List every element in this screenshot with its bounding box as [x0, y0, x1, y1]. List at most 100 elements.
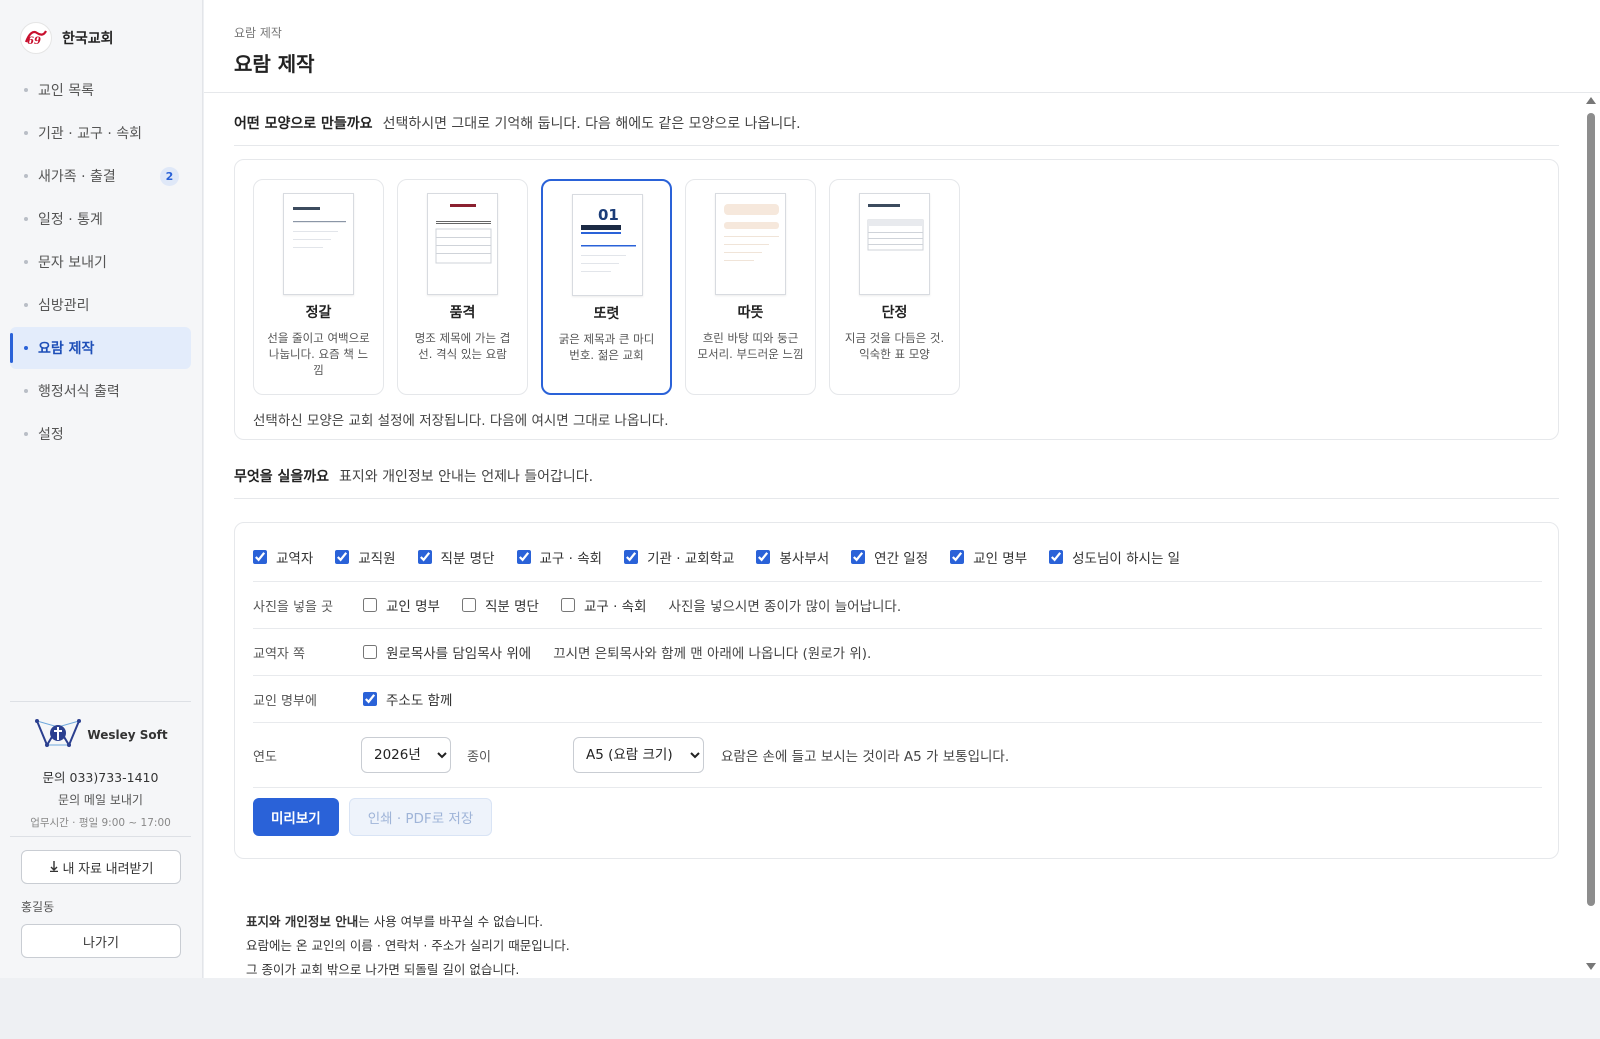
sidebar-item-visitation[interactable]: 심방관리 — [10, 284, 191, 326]
directory-row: 교인 명부에 주소도 함께 — [253, 676, 1542, 723]
scrollbar[interactable] — [1582, 93, 1600, 978]
thumbnail-dignified — [427, 193, 498, 295]
breadcrumb: 요람 제작 — [234, 26, 282, 40]
include-annual-schedule[interactable]: 연간 일정 — [851, 547, 928, 567]
checkbox-label: 교직원 — [358, 551, 396, 567]
print-pdf-button[interactable]: 인쇄 · PDF로 저장 — [348, 798, 493, 836]
bullet-icon — [24, 432, 28, 436]
bullet-icon — [24, 260, 28, 264]
include-address[interactable]: 주소도 함께 — [363, 689, 452, 709]
sidebar-item-newcomers[interactable]: 새가족 · 출결 2 — [10, 155, 191, 197]
svg-text:69: 69 — [27, 36, 41, 47]
include-items-row: 교역자 교직원 직분 명단 교구 · 속회 기관 · 교회학교 봉사부서 연간 … — [253, 533, 1542, 582]
checkbox[interactable] — [756, 550, 771, 564]
style-section-header: 어떤 모양으로 만들까요 선택하시면 그대로 기억해 둡니다. 다음 해에도 같은… — [234, 113, 1559, 146]
sidebar-item-members[interactable]: 교인 목록 — [10, 69, 191, 111]
row-label: 교역자 쪽 — [253, 646, 305, 662]
checkbox[interactable] — [560, 598, 575, 612]
style-card-bold[interactable]: 01 또렷 굵은 제목과 큰 마디 번호. 젊은 교회 — [541, 179, 672, 395]
divider — [10, 836, 191, 837]
checkbox[interactable] — [624, 550, 639, 564]
style-panel: 정갈 선을 줄이고 여백으로 나눕니다. 요즘 책 느낌 품격 명조 제목에 가… — [234, 159, 1559, 440]
sidebar-item-directory[interactable]: 요람 제작 — [10, 327, 191, 369]
sidebar-item-label: 문자 보내기 — [38, 255, 107, 271]
style-card-warm[interactable]: 따뜻 흐린 바탕 띠와 둥근 모서리. 부드러운 느낌 — [685, 179, 816, 395]
year-paper-row: 연도 2026년 종이 A5 (요람 크기) 요람은 손에 들고 보시는 것이라… — [253, 723, 1542, 788]
year-select[interactable]: 2026년 — [361, 737, 451, 773]
checkbox[interactable] — [417, 550, 432, 564]
sidebar-item-label: 기관 · 교구 · 속회 — [38, 126, 142, 142]
style-card-dignified[interactable]: 품격 명조 제목에 가는 겹선. 격식 있는 요람 — [397, 179, 528, 395]
checkbox-label: 교역자 — [276, 551, 314, 567]
business-hours: 업무시간 · 평일 9:00 ~ 17:00 — [30, 817, 171, 829]
checkbox-label: 원로목사를 담임목사 위에 — [386, 646, 532, 662]
checkbox-label: 직분 명단 — [484, 599, 539, 615]
download-data-button[interactable]: 내 자료 내려받기 — [21, 850, 181, 884]
card-title: 또렷 — [593, 306, 620, 322]
sidebar-item-forms[interactable]: 행정서식 출력 — [10, 370, 191, 412]
sidebar-item-label: 새가족 · 출결 — [38, 169, 116, 185]
download-label: 내 자료 내려받기 — [62, 860, 154, 876]
sidebar-item-settings[interactable]: 설정 — [10, 413, 191, 455]
scroll-up-arrow-icon[interactable] — [1586, 97, 1596, 104]
sidebar-item-label: 일정 · 통계 — [38, 212, 103, 228]
checkbox[interactable] — [335, 550, 350, 564]
style-card-clean[interactable]: 정갈 선을 줄이고 여백으로 나눕니다. 요즘 책 느낌 — [253, 179, 384, 395]
company-name: Wesley Soft — [87, 728, 168, 742]
svg-text:01: 01 — [598, 206, 619, 224]
photo-row: 사진을 넣을 곳 교인 명부 직분 명단 교구 · 속회 사진을 넣으시면 종이… — [253, 582, 1542, 629]
scroll-down-arrow-icon[interactable] — [1586, 963, 1596, 970]
preview-button[interactable]: 미리보기 — [253, 798, 339, 836]
bullet-icon — [24, 217, 28, 221]
style-cards: 정갈 선을 줄이고 여백으로 나눕니다. 요즘 책 느낌 품격 명조 제목에 가… — [253, 179, 960, 395]
checkbox[interactable] — [1049, 550, 1064, 564]
thumbnail-neat — [859, 193, 930, 295]
include-staff[interactable]: 교직원 — [335, 547, 396, 567]
brand[interactable]: 69 한국교회 — [20, 22, 114, 54]
include-districts[interactable]: 교구 · 속회 — [516, 547, 602, 567]
row-label: 종이 — [467, 749, 491, 765]
notice-text: 요람에는 온 교인의 이름 · 연락처 · 주소가 실리기 때문입니다. — [246, 938, 570, 953]
checkbox[interactable] — [950, 550, 965, 564]
checkbox[interactable] — [363, 598, 377, 612]
photo-districts[interactable]: 교구 · 속회 — [560, 595, 647, 615]
checkbox[interactable] — [851, 550, 866, 564]
emeritus-above-senior-pastor[interactable]: 원로목사를 담임목사 위에 — [363, 642, 531, 662]
include-member-directory[interactable]: 교인 명부 — [950, 547, 1027, 567]
paper-select[interactable]: A5 (요람 크기) — [573, 737, 704, 773]
checkbox[interactable] — [253, 550, 267, 564]
photo-member-directory[interactable]: 교인 명부 — [363, 595, 440, 615]
checkbox-label: 교인 명부 — [973, 551, 1028, 567]
card-desc: 명조 제목에 가는 겹선. 격식 있는 요람 — [414, 331, 511, 361]
include-clergy[interactable]: 교역자 — [253, 547, 313, 567]
checkbox[interactable] — [363, 692, 377, 706]
card-desc: 선을 줄이고 여백으로 나눕니다. 요즘 책 느낌 — [267, 331, 370, 377]
company-info: Wesley Soft 문의 033)733-1410 문의 메일 보내기 업무… — [10, 715, 191, 830]
photo-officers[interactable]: 직분 명단 — [461, 595, 539, 615]
include-service-depts[interactable]: 봉사부서 — [756, 547, 829, 567]
photo-hint: 사진을 넣으시면 종이가 많이 늘어납니다. — [668, 599, 902, 615]
sidebar-item-label: 행정서식 출력 — [38, 384, 120, 400]
checkbox[interactable] — [363, 645, 377, 659]
mail-link[interactable]: 문의 메일 보내기 — [10, 791, 191, 808]
section-subtitle: 선택하시면 그대로 기억해 둡니다. 다음 해에도 같은 모양으로 나옵니다. — [382, 116, 801, 132]
sidebar-item-messages[interactable]: 문자 보내기 — [10, 241, 191, 283]
clergy-row: 교역자 쪽 원로목사를 담임목사 위에 끄시면 은퇴목사와 함께 맨 아래에 나… — [253, 629, 1542, 676]
logout-button[interactable]: 나가기 — [21, 924, 181, 958]
scroll-thumb[interactable] — [1587, 113, 1595, 906]
sidebar-item-organizations[interactable]: 기관 · 교구 · 속회 — [10, 112, 191, 154]
card-desc: 흐린 바탕 띠와 둥근 모서리. 부드러운 느낌 — [697, 331, 804, 361]
notice-bold: 표지와 개인정보 안내 — [246, 914, 359, 929]
thumbnail-clean — [283, 193, 354, 295]
divider — [10, 701, 191, 702]
include-member-occupations[interactable]: 성도님이 하시는 일 — [1049, 547, 1180, 567]
include-organizations[interactable]: 기관 · 교회학교 — [624, 547, 734, 567]
checkbox[interactable] — [516, 550, 531, 564]
bullet-icon — [24, 346, 28, 350]
style-card-neat[interactable]: 단정 지금 것을 다듬은 것. 익숙한 표 모양 — [829, 179, 960, 395]
thumbnail-bold: 01 — [572, 194, 643, 296]
actions-row: 미리보기 인쇄 · PDF로 저장 — [253, 797, 1542, 837]
checkbox[interactable] — [461, 598, 476, 612]
include-officers[interactable]: 직분 명단 — [417, 547, 495, 567]
sidebar-item-schedule[interactable]: 일정 · 통계 — [10, 198, 191, 240]
